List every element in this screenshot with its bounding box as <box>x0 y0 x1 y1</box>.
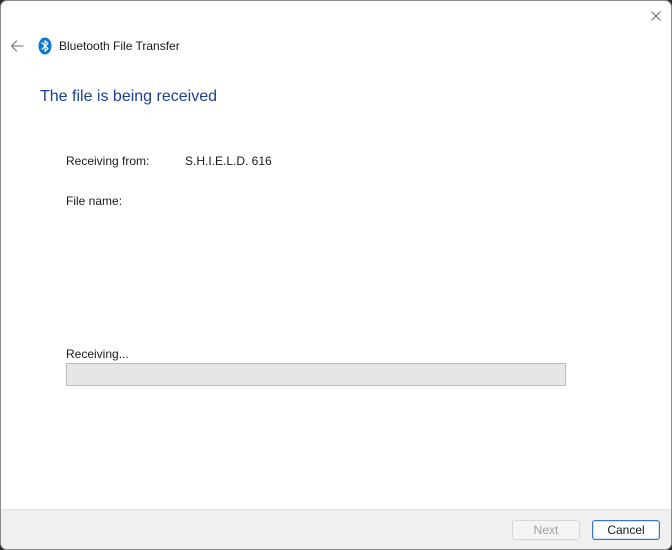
app-title: Bluetooth File Transfer <box>59 39 180 53</box>
receiving-status-label: Receiving... <box>66 347 129 361</box>
receive-progress-bar <box>66 363 566 386</box>
next-button[interactable]: Next <box>512 520 580 540</box>
receiving-from-value: S.H.I.E.L.D. 616 <box>185 154 272 168</box>
bluetooth-icon <box>38 37 52 55</box>
page-heading: The file is being received <box>40 88 217 105</box>
close-icon <box>651 11 661 21</box>
receiving-from-label: Receiving from: <box>66 154 150 168</box>
back-arrow-icon <box>10 40 24 52</box>
back-button[interactable] <box>7 36 27 56</box>
close-button[interactable] <box>641 1 671 31</box>
file-name-label: File name: <box>66 194 123 208</box>
title-row: Bluetooth File Transfer <box>1 33 671 59</box>
footer-bar: Next Cancel <box>1 509 671 549</box>
cancel-button[interactable]: Cancel <box>592 520 660 540</box>
bluetooth-transfer-window: Bluetooth File Transfer The file is bein… <box>0 0 672 550</box>
